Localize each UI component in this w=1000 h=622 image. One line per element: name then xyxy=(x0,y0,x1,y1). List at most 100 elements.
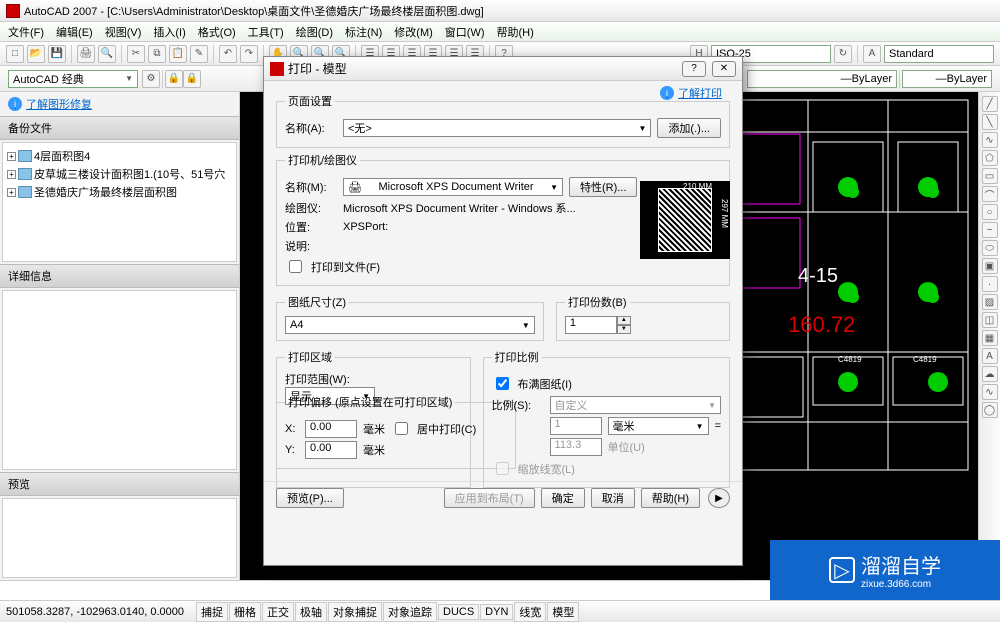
copies-value[interactable]: 1 xyxy=(565,316,617,334)
text-style-icon[interactable]: A xyxy=(863,45,881,63)
linetype-combo[interactable]: — ByLayer xyxy=(902,70,992,88)
menu-view[interactable]: 视图(V) xyxy=(105,24,142,40)
status-bar: 501058.3287, -102963.0140, 0.0000 捕捉 栅格 … xyxy=(0,600,1000,622)
menu-file[interactable]: 文件(F) xyxy=(8,24,44,40)
menu-modify[interactable]: 修改(M) xyxy=(394,24,433,40)
copy-icon[interactable]: ⧉ xyxy=(148,45,166,63)
revcloud-icon[interactable]: ☁ xyxy=(982,366,998,382)
undo-icon[interactable]: ↶ xyxy=(219,45,237,63)
expand-icon[interactable]: + xyxy=(7,170,16,179)
fit-to-paper-checkbox[interactable] xyxy=(496,377,509,390)
new-icon[interactable]: □ xyxy=(6,45,24,63)
paste-icon[interactable]: 📋 xyxy=(169,45,187,63)
copies-spinner[interactable]: 1 ▲▼ xyxy=(565,316,721,334)
color-combo[interactable]: — ByLayer xyxy=(747,70,897,88)
menu-tools[interactable]: 工具(T) xyxy=(248,24,284,40)
separator xyxy=(162,70,163,88)
lock-icon[interactable]: 🔒 xyxy=(165,70,183,88)
arc-icon[interactable]: ⌒ xyxy=(982,186,998,202)
printer-name-combo[interactable]: 🖨 Microsoft XPS Document Writer▼ xyxy=(343,178,563,196)
scale-unit-value[interactable]: 1 xyxy=(550,417,602,435)
status-grid[interactable]: 栅格 xyxy=(229,602,261,622)
xline-icon[interactable]: ╲ xyxy=(982,114,998,130)
match-icon[interactable]: ✎ xyxy=(190,45,208,63)
menu-help[interactable]: 帮助(H) xyxy=(497,24,534,40)
add-page-setup-button[interactable]: 添加(.)... xyxy=(657,118,721,138)
backup-files-tree[interactable]: +4层面积图4 +皮草城三楼设计面积图1.(10号、51号穴 +圣德婚庆广场最终… xyxy=(2,142,237,262)
save-icon[interactable]: 💾 xyxy=(48,45,66,63)
status-osnap[interactable]: 对象捕捉 xyxy=(328,602,382,622)
workspace-settings-icon[interactable]: ⚙ xyxy=(142,70,160,88)
workspace-label: AutoCAD 经典 xyxy=(13,71,84,87)
donut-icon[interactable]: ◯ xyxy=(982,402,998,418)
lock-toolbar-icon[interactable]: 🔒 xyxy=(183,70,201,88)
open-icon[interactable]: 📂 xyxy=(27,45,45,63)
spline2-icon[interactable]: ∿ xyxy=(982,384,998,400)
app-icon xyxy=(6,4,20,18)
scale-combo[interactable]: 自定义▼ xyxy=(550,396,721,414)
polygon-icon[interactable]: ⬠ xyxy=(982,150,998,166)
pline-icon[interactable]: ∿ xyxy=(982,132,998,148)
redo-icon[interactable]: ↷ xyxy=(240,45,258,63)
text-style-combo[interactable]: Standard xyxy=(884,45,994,63)
expand-icon[interactable]: + xyxy=(7,152,16,161)
status-otrack[interactable]: 对象追踪 xyxy=(383,602,437,622)
print-scale-legend: 打印比例 xyxy=(492,349,542,365)
center-print-label: 居中打印(C) xyxy=(417,421,476,437)
menu-insert[interactable]: 插入(I) xyxy=(153,24,185,40)
ellipse-icon[interactable]: ⬭ xyxy=(982,240,998,256)
dialog-help-button[interactable]: ? xyxy=(682,61,706,77)
drawing-units-value[interactable]: 113.3 xyxy=(550,438,602,456)
region-icon[interactable]: ◫ xyxy=(982,312,998,328)
spline-icon[interactable]: ~ xyxy=(982,222,998,238)
expand-icon[interactable]: + xyxy=(7,188,16,197)
menu-dimension[interactable]: 标注(N) xyxy=(345,24,382,40)
menu-draw[interactable]: 绘图(D) xyxy=(296,24,333,40)
learn-print-link[interactable]: i 了解打印 xyxy=(660,85,722,101)
center-print-checkbox[interactable] xyxy=(395,422,408,435)
offset-y-value[interactable]: 0.00 xyxy=(305,441,357,459)
paper-size-combo[interactable]: A4▼ xyxy=(285,316,535,334)
table-icon[interactable]: ▦ xyxy=(982,330,998,346)
misc-label: C4819 xyxy=(838,355,862,364)
spin-down-icon[interactable]: ▼ xyxy=(617,325,631,334)
status-lwt[interactable]: 线宽 xyxy=(514,602,546,622)
scale-lineweight-checkbox xyxy=(496,462,509,475)
block-icon[interactable]: ▣ xyxy=(982,258,998,274)
workspace-combo[interactable]: AutoCAD 经典▼ xyxy=(8,70,138,88)
offset-x-value[interactable]: 0.00 xyxy=(305,420,357,438)
menu-edit[interactable]: 编辑(E) xyxy=(56,24,93,40)
cut-icon[interactable]: ✂ xyxy=(127,45,145,63)
dialog-close-button[interactable]: ✕ xyxy=(712,61,736,77)
point-icon[interactable]: · xyxy=(982,276,998,292)
printer-name-label: 名称(M): xyxy=(285,179,337,195)
print-icon[interactable]: 🖨 xyxy=(77,45,95,63)
preview-icon[interactable]: 🔍 xyxy=(98,45,116,63)
status-ducs[interactable]: DUCS xyxy=(438,604,479,620)
status-polar[interactable]: 极轴 xyxy=(295,602,327,622)
folder-icon xyxy=(18,186,32,198)
rect-icon[interactable]: ▭ xyxy=(982,168,998,184)
menu-window[interactable]: 窗口(W) xyxy=(445,24,485,40)
tree-item[interactable]: +圣德婚庆广场最终楼层面积图 xyxy=(7,183,232,201)
detail-header: 详细信息 xyxy=(0,264,239,288)
hatch-icon[interactable]: ▨ xyxy=(982,294,998,310)
tree-item[interactable]: +4层面积图4 xyxy=(7,147,232,165)
scale-unit-combo[interactable]: 毫米▼ xyxy=(608,417,709,435)
tree-item[interactable]: +皮草城三楼设计面积图1.(10号、51号穴 xyxy=(7,165,232,183)
line-icon[interactable]: ╱ xyxy=(982,96,998,112)
printer-properties-button[interactable]: 特性(R)... xyxy=(569,177,637,197)
circle-icon[interactable]: ○ xyxy=(982,204,998,220)
dialog-titlebar: 打印 - 模型 ? ✕ xyxy=(264,57,742,81)
dim-update-icon[interactable]: ↻ xyxy=(834,45,852,63)
spin-up-icon[interactable]: ▲ xyxy=(617,316,631,325)
status-snap[interactable]: 捕捉 xyxy=(196,602,228,622)
status-ortho[interactable]: 正交 xyxy=(262,602,294,622)
status-model[interactable]: 模型 xyxy=(547,602,579,622)
status-dyn[interactable]: DYN xyxy=(480,604,513,620)
drawing-recovery-link[interactable]: 了解图形修复 xyxy=(26,96,92,112)
page-setup-name-combo[interactable]: <无>▼ xyxy=(343,119,651,137)
text-icon[interactable]: A xyxy=(982,348,998,364)
print-to-file-checkbox[interactable] xyxy=(289,260,302,273)
menu-format[interactable]: 格式(O) xyxy=(198,24,236,40)
